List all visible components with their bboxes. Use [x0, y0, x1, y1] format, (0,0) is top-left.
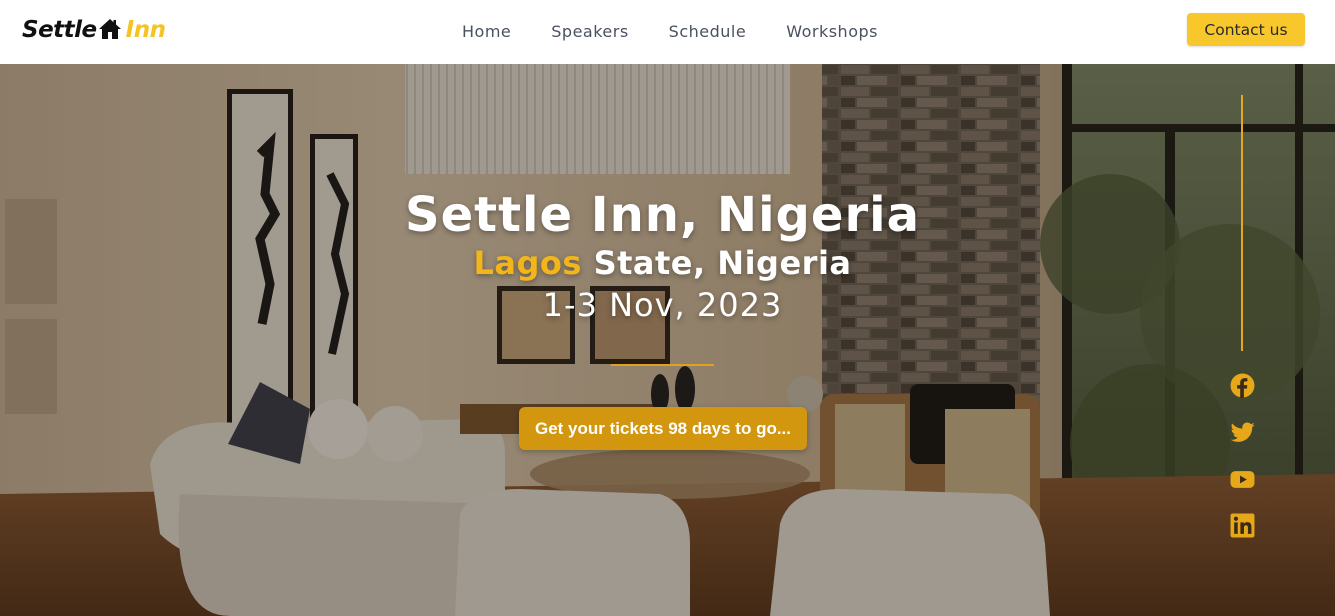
hero-location-rest: State, Nigeria — [581, 244, 852, 282]
hero-date: 1-3 Nov, 2023 — [542, 286, 783, 324]
nav-link-speakers[interactable]: Speakers — [551, 22, 628, 41]
contact-us-button[interactable]: Contact us — [1187, 13, 1305, 46]
main-nav: Home Speakers Schedule Workshops — [462, 18, 878, 44]
nav-link-workshops[interactable]: Workshops — [786, 22, 878, 41]
facebook-icon[interactable] — [1230, 373, 1255, 398]
hero-title: Settle Inn, Nigeria — [405, 187, 920, 243]
linkedin-icon[interactable] — [1230, 513, 1255, 538]
nav-link-schedule[interactable]: Schedule — [669, 22, 747, 41]
twitter-icon[interactable] — [1230, 420, 1255, 445]
hero-divider — [611, 364, 714, 366]
brand-name-first: Settle — [22, 17, 97, 43]
youtube-icon[interactable] — [1230, 467, 1255, 492]
hero-location: Lagos State, Nigeria — [0, 244, 1325, 282]
get-tickets-button[interactable]: Get your tickets 98 days to go... — [519, 407, 807, 450]
hero-overlay — [0, 64, 1335, 616]
brand-name-second: Inn — [125, 17, 166, 43]
house-icon — [98, 19, 121, 39]
nav-link-home[interactable]: Home — [462, 22, 511, 41]
hero-section: Settle Inn, Nigeria Lagos State, Nigeria… — [0, 64, 1335, 616]
hero-location-city: Lagos — [473, 244, 582, 282]
navbar: Settle Inn Home Speakers Schedule Worksh… — [0, 0, 1335, 64]
social-divider-line — [1241, 95, 1243, 351]
brand-logo[interactable]: Settle Inn — [22, 14, 166, 46]
